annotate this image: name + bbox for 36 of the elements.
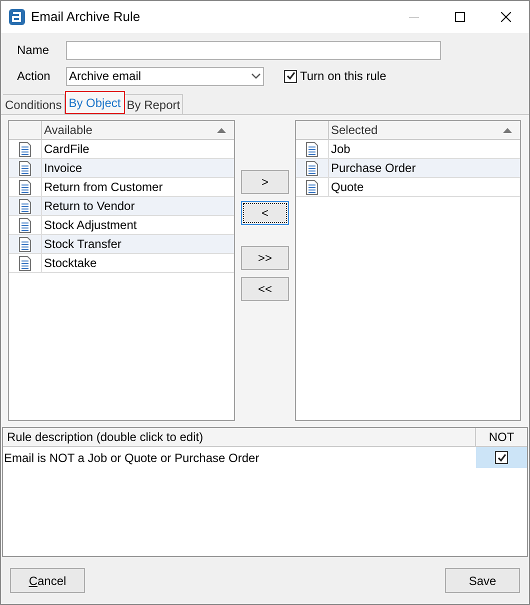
- maximize-icon: [455, 12, 465, 22]
- column-header[interactable]: NOT: [476, 428, 527, 446]
- chevron-down-icon: [251, 73, 261, 79]
- checkbox[interactable]: [495, 451, 508, 464]
- list-item[interactable]: Return from Customer: [42, 178, 234, 196]
- checkbox-label: Turn on this rule: [300, 68, 386, 85]
- field-label: Name: [17, 42, 50, 59]
- list-item[interactable]: Stock Adjustment: [42, 216, 234, 234]
- save-button[interactable]: Save: [445, 568, 520, 593]
- document-icon: [19, 160, 31, 176]
- document-icon: [306, 160, 318, 176]
- list-item[interactable]: Job: [329, 140, 520, 158]
- list-item[interactable]: Quote: [329, 178, 520, 196]
- sort-up-icon: [503, 128, 512, 132]
- close-icon: [501, 12, 511, 22]
- checkbox[interactable]: [284, 70, 297, 82]
- move-button[interactable]: >: [241, 170, 289, 194]
- document-icon: [19, 198, 31, 214]
- app-logo-icon: [9, 9, 25, 25]
- cancel-button[interactable]: Cancel: [10, 568, 85, 593]
- move-button[interactable]: <: [241, 201, 289, 225]
- document-icon: [19, 236, 31, 252]
- window-title: Email Archive Rule: [31, 8, 140, 26]
- sort-up-icon: [217, 128, 226, 132]
- move-button[interactable]: <<: [241, 277, 289, 301]
- column-header[interactable]: Rule description (double click to edit): [3, 428, 476, 446]
- action-dropdown[interactable]: Archive email: [66, 66, 264, 86]
- list-item[interactable]: CardFile: [42, 140, 234, 158]
- field-label: Action: [17, 68, 52, 85]
- list-item[interactable]: Stocktake: [42, 254, 234, 272]
- move-button[interactable]: >>: [241, 246, 289, 270]
- tab[interactable]: Conditions: [3, 94, 65, 114]
- name-field[interactable]: [66, 40, 441, 60]
- tab[interactable]: By Object: [64, 91, 125, 114]
- rule-description[interactable]: Email is NOT a Job or Quote or Purchase Order: [3, 447, 476, 468]
- tab[interactable]: By Report: [124, 94, 184, 114]
